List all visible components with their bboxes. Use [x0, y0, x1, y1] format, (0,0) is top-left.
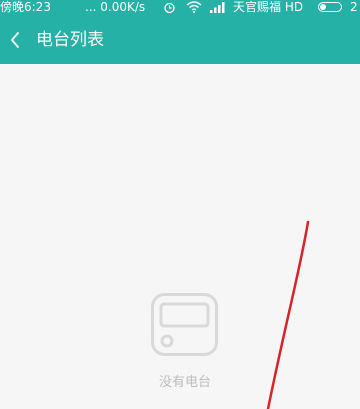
network-speed: ... 0.00K/s	[85, 0, 146, 14]
alarm-icon	[163, 1, 176, 17]
radio-empty-icon	[151, 293, 218, 360]
status-edge-text: 2	[350, 0, 358, 14]
toggle-battery-icon	[318, 2, 342, 12]
page-title: 电台列表	[36, 30, 104, 50]
radio-list-content: 没有电台	[0, 64, 360, 409]
radio-list-screen: 傍晚6:23 ... 0.00K/s 天官赐福 HD 2 电台列表 没有电台	[0, 0, 360, 409]
status-bar: 傍晚6:23 ... 0.00K/s 天官赐福 HD 2	[0, 0, 360, 17]
empty-message: 没有电台	[158, 375, 211, 390]
back-button[interactable]	[4, 25, 26, 55]
carrier-name: 天官赐福 HD	[233, 0, 304, 14]
signal-icon	[210, 1, 226, 16]
status-time: 傍晚6:23	[0, 0, 51, 14]
wifi-icon	[186, 1, 202, 16]
title-bar: 电台列表	[0, 17, 360, 64]
chevron-left-icon	[11, 32, 19, 48]
